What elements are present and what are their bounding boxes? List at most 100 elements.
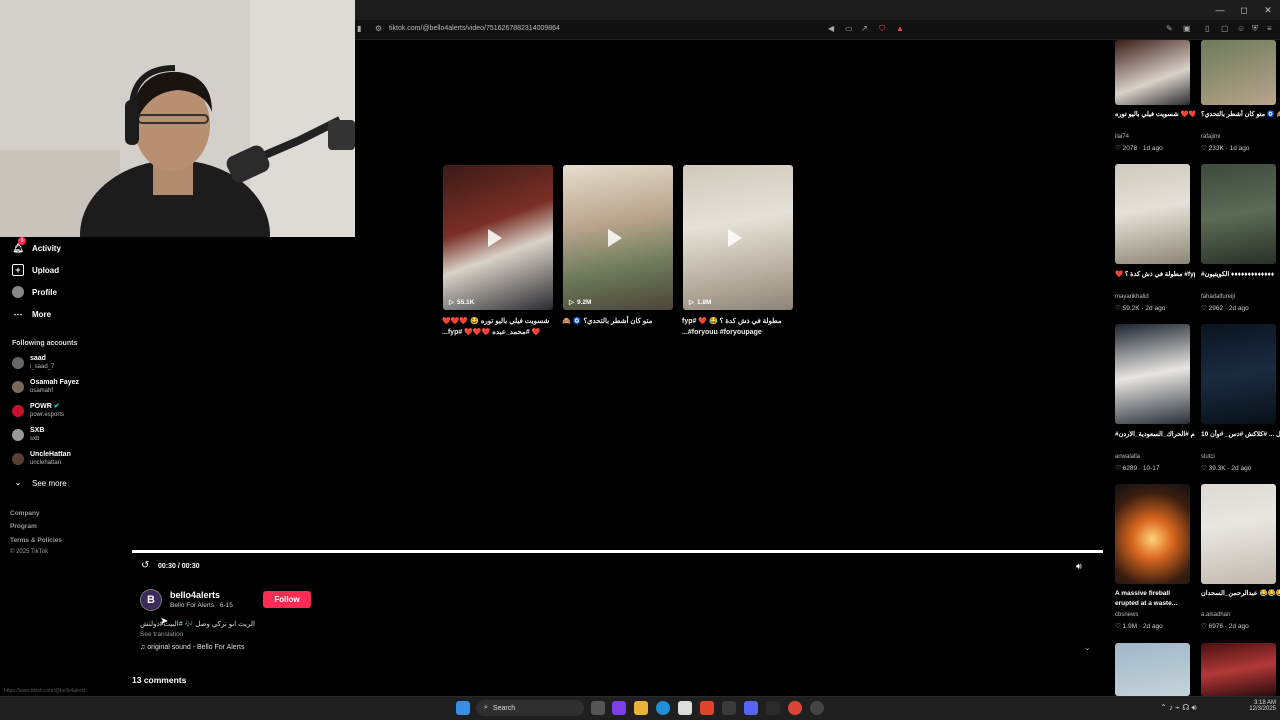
related-author[interactable]: slutci bbox=[1201, 454, 1215, 460]
see-translation-link[interactable]: See translation bbox=[140, 631, 183, 638]
play-small-icon: ▷ bbox=[449, 299, 454, 306]
footer-link-terms[interactable]: Terms & Policies bbox=[10, 537, 62, 544]
vpn-icon[interactable]: ⛨ bbox=[1252, 24, 1258, 34]
url-text[interactable]: tiktok.com/@bello4alerts/video/751626788… bbox=[389, 25, 560, 32]
follow-button[interactable]: Follow bbox=[263, 591, 311, 608]
bookmark-icon[interactable]: ▮ bbox=[357, 24, 361, 33]
suggested-video-2[interactable]: ▷ 9.2M bbox=[563, 165, 673, 310]
following-account-item[interactable]: POWR ✔ powr.esports bbox=[12, 403, 64, 419]
footer-link-program[interactable]: Program bbox=[10, 523, 37, 530]
avatar bbox=[12, 453, 24, 465]
sound-link[interactable]: ♫ original sound - Bello For Alerts bbox=[140, 644, 244, 651]
related-video-thumb[interactable] bbox=[1201, 324, 1276, 424]
following-account-item[interactable]: Osamah Fayez osamahf bbox=[12, 379, 79, 395]
mouse-cursor-icon: ➤ bbox=[160, 616, 169, 627]
related-video-thumb[interactable] bbox=[1115, 324, 1190, 424]
related-video-thumb[interactable] bbox=[1201, 40, 1276, 105]
volume-icon[interactable]: 🔊︎ bbox=[1076, 561, 1082, 572]
related-video-thumb[interactable] bbox=[1115, 40, 1190, 105]
related-author[interactable]: rafajimi bbox=[1201, 134, 1220, 140]
related-video-thumb[interactable] bbox=[1115, 164, 1190, 264]
address-bar[interactable]: ▮ ⚙ tiktok.com/@bello4alerts/video/75162… bbox=[355, 20, 1280, 40]
copyright: © 2025 TikTok bbox=[10, 549, 49, 555]
related-author[interactable]: fahadalfureiji bbox=[1201, 294, 1235, 300]
sidebar-item-profile[interactable]: Profile bbox=[12, 286, 57, 298]
related-video-thumb[interactable] bbox=[1115, 484, 1190, 584]
related-caption[interactable]: عبدالرحمن_السحدان 😂😂😂. bbox=[1201, 589, 1280, 598]
task-view-icon[interactable] bbox=[591, 701, 605, 715]
related-caption[interactable]: #محمد_عبده كلاشسلام #الحراك_السعودية_الا… bbox=[1115, 430, 1195, 439]
taskbar-search[interactable]: ⌕ Search bbox=[476, 700, 584, 716]
cast-icon[interactable]: ▭ bbox=[845, 24, 853, 33]
discord-icon[interactable] bbox=[744, 701, 758, 715]
edge-icon[interactable] bbox=[656, 701, 670, 715]
minimize-button[interactable]: — bbox=[1208, 0, 1232, 20]
creator-name[interactable]: bello4alerts bbox=[170, 590, 220, 600]
following-account-item[interactable]: SXB sxb bbox=[12, 427, 44, 443]
related-video-thumb[interactable] bbox=[1201, 484, 1276, 584]
app-icon[interactable] bbox=[722, 701, 736, 715]
related-stats: ♡ 233K · 1d ago bbox=[1201, 145, 1250, 152]
extensions-icon[interactable]: ✎ bbox=[1166, 24, 1173, 33]
see-more-button[interactable]: ⌄ See more bbox=[12, 477, 67, 489]
video-description: الريث ابو تركي وصل 🎶 #البيت#دولتش bbox=[140, 621, 255, 628]
view-count: ▷ 1.8M bbox=[689, 298, 712, 307]
related-caption[interactable]: A massive fireball erupted at a waste... bbox=[1115, 589, 1195, 609]
replay-icon[interactable]: ↺ bbox=[141, 560, 149, 571]
related-video-thumb[interactable] bbox=[1201, 643, 1276, 696]
related-caption[interactable]: 10 بلوي يلخوان انتي تونسل ... #كلاكش #دس… bbox=[1201, 430, 1280, 439]
maximize-button[interactable]: ◻ bbox=[1232, 0, 1256, 20]
chrome-icon[interactable] bbox=[788, 701, 802, 715]
profile-icon[interactable]: ☺ bbox=[1237, 24, 1245, 33]
sidebar-toggle-icon[interactable]: ▯ bbox=[1205, 24, 1209, 33]
footer-link-company[interactable]: Company bbox=[10, 510, 40, 517]
following-account-item[interactable]: UncleHattan unclehattan bbox=[12, 451, 71, 467]
site-settings-icon[interactable]: ⚙ bbox=[375, 24, 382, 33]
related-video-thumb[interactable] bbox=[1115, 643, 1190, 696]
related-stats: ♡ 6289 · 10-17 bbox=[1115, 465, 1160, 472]
related-author[interactable]: anwalalla bbox=[1115, 454, 1140, 460]
suggested-video-1[interactable]: ▷ 55.1K bbox=[443, 165, 553, 310]
video-caption[interactable]: شسويت فيلي باليو توره 😂 ❤️❤️❤️❤️ #محمد_ع… bbox=[442, 316, 554, 338]
mute-tab-icon[interactable]: ◀ bbox=[828, 24, 834, 33]
related-stats: ♡ 1.9M · 2d ago bbox=[1115, 623, 1163, 630]
brave-icon[interactable] bbox=[700, 701, 714, 715]
file-explorer-icon[interactable] bbox=[634, 701, 648, 715]
related-author[interactable]: mayarikhalid bbox=[1115, 294, 1149, 300]
related-author[interactable]: cbsnews bbox=[1115, 612, 1138, 618]
related-caption[interactable]: #الكويتيون ♦♦♦♦♦♦♦♦♦♦♦♦♦ bbox=[1201, 270, 1280, 279]
share-icon[interactable]: ↗ bbox=[861, 24, 868, 33]
tabs-icon[interactable]: ▢ bbox=[1221, 24, 1229, 33]
related-author[interactable]: ilai74 bbox=[1115, 134, 1129, 140]
sidebar-item-more[interactable]: ⋯ More bbox=[12, 308, 52, 320]
system-tray-icons[interactable]: ⌃ ♪ ⌁ ☊ 🔊︎ bbox=[1160, 703, 1197, 713]
play-icon bbox=[728, 229, 742, 247]
comments-count[interactable]: 13 comments bbox=[132, 675, 186, 685]
see-more-label: See more bbox=[32, 478, 67, 488]
video-progress-bar[interactable] bbox=[132, 550, 1103, 553]
menu-icon[interactable]: ≡ bbox=[1267, 24, 1272, 33]
related-caption[interactable]: ❤️ مطولة في ذش كدة ؟ #fyp #foryouu... bbox=[1115, 270, 1195, 279]
windows-start-icon[interactable] bbox=[456, 701, 470, 715]
copilot-icon[interactable] bbox=[612, 701, 626, 715]
related-caption[interactable]: شسويت فيلي باليو توره ❤️❤️❤️❤️❤️ 😂 bbox=[1115, 110, 1195, 119]
following-account-item[interactable]: saad i_saad_7 bbox=[12, 355, 54, 371]
video-caption[interactable]: مطولة في ذش كدة ؟ 😂 ❤️ #fyp #foryouu #fo… bbox=[682, 316, 794, 338]
store-icon[interactable] bbox=[678, 701, 692, 715]
close-button[interactable]: ✕ bbox=[1256, 0, 1280, 20]
sidebar-item-upload[interactable]: + Upload bbox=[12, 264, 59, 276]
related-author[interactable]: a.alsadhan bbox=[1201, 612, 1230, 618]
related-caption[interactable]: متو كان أشطر بالتحدي؟ 🧿 🙈 bbox=[1201, 110, 1280, 119]
wallet-icon[interactable]: ▣ bbox=[1183, 24, 1191, 33]
rewards-icon[interactable]: ▲ bbox=[896, 24, 904, 33]
creator-avatar[interactable]: B bbox=[140, 589, 162, 611]
obs-icon[interactable] bbox=[810, 701, 824, 715]
related-video-thumb[interactable] bbox=[1201, 164, 1276, 264]
avatar bbox=[12, 429, 24, 441]
video-caption[interactable]: متو كان أشطر بالتحدي؟ 🧿 🙈 bbox=[562, 316, 674, 327]
capcut-icon[interactable] bbox=[766, 701, 780, 715]
shield-icon[interactable]: ⛉ bbox=[879, 24, 885, 34]
sidebar-item-label: Upload bbox=[32, 265, 60, 275]
chevron-down-icon[interactable]: ⌄ bbox=[1084, 643, 1091, 652]
suggested-video-3[interactable]: ▷ 1.8M bbox=[683, 165, 793, 310]
